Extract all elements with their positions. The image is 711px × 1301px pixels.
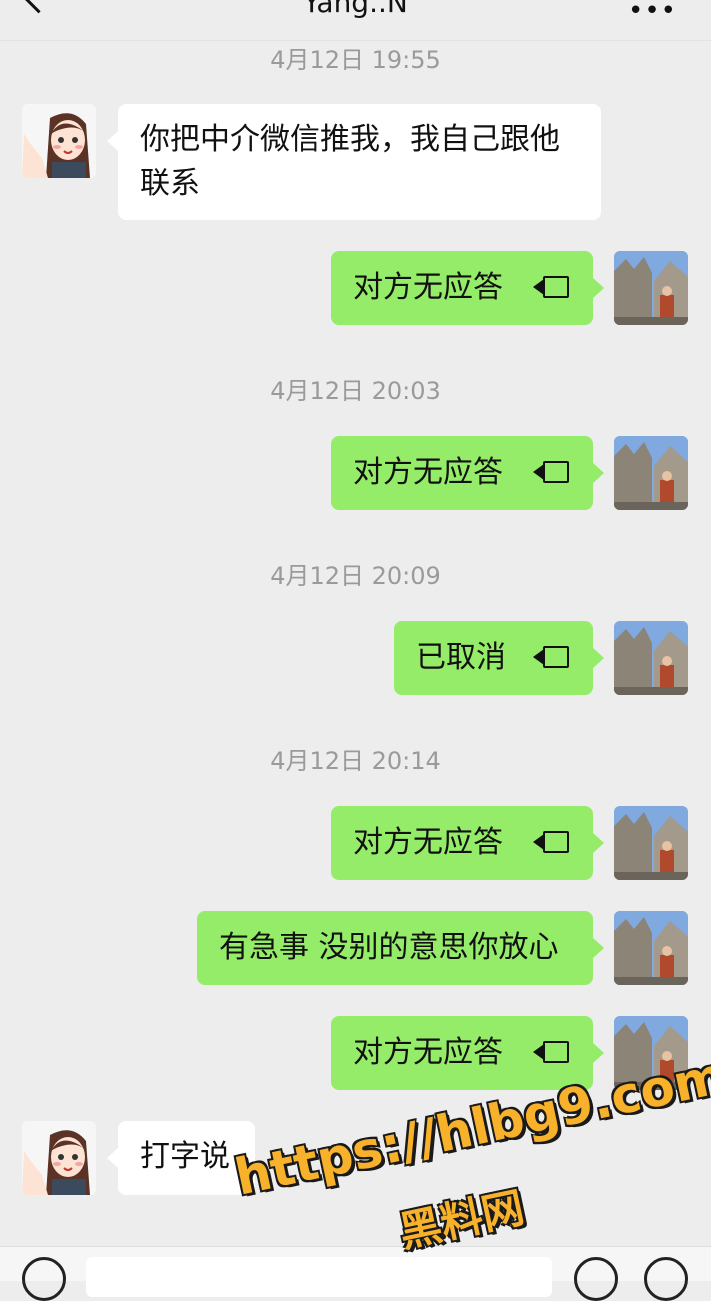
photo-avatar-icon <box>614 911 688 985</box>
input-bar <box>0 1246 711 1301</box>
emoji-icon[interactable] <box>574 1257 618 1301</box>
my-avatar[interactable] <box>614 621 688 695</box>
my-avatar[interactable] <box>614 911 688 985</box>
incoming-message[interactable]: 你把中介微信推我，我自己跟他联系 <box>107 104 601 220</box>
call-status-text: 对方无应答 <box>353 270 503 305</box>
timestamp: 4月12日 20:14 <box>270 747 441 775</box>
timestamp: 4月12日 20:09 <box>270 562 441 590</box>
plus-icon[interactable] <box>644 1257 688 1301</box>
call-status-text: 对方无应答 <box>353 455 503 490</box>
video-call-icon <box>533 461 571 485</box>
call-status-text: 对方无应答 <box>353 825 503 860</box>
outgoing-call-message[interactable]: 对方无应答 <box>331 436 604 510</box>
message-text: 打字说 <box>140 1139 230 1174</box>
contact-avatar[interactable] <box>22 1121 96 1195</box>
photo-avatar-icon <box>614 806 688 880</box>
outgoing-call-message[interactable]: 已取消 <box>394 621 604 695</box>
my-avatar[interactable] <box>614 806 688 880</box>
my-avatar[interactable] <box>614 436 688 510</box>
message-input[interactable] <box>86 1257 552 1297</box>
video-call-icon <box>533 276 571 300</box>
call-status-text: 已取消 <box>416 640 506 675</box>
message-text: 你把中介微信推我，我自己跟他联系 <box>140 122 560 201</box>
video-call-icon <box>533 1041 571 1065</box>
photo-avatar-icon <box>614 436 688 510</box>
ellipsis-icon[interactable]: ••• <box>628 0 677 24</box>
my-avatar[interactable] <box>614 251 688 325</box>
chat-title: Yang..N <box>303 0 408 19</box>
video-call-icon <box>533 831 571 855</box>
photo-avatar-icon <box>614 251 688 325</box>
outgoing-call-message[interactable]: 对方无应答 <box>331 806 604 880</box>
message-text: 有急事 没别的意思你放心 <box>219 930 559 965</box>
voice-icon[interactable] <box>22 1257 66 1301</box>
girl-avatar-icon <box>22 1121 96 1195</box>
call-status-text: 对方无应答 <box>353 1035 503 1070</box>
video-call-icon <box>533 646 571 670</box>
timestamp: 4月12日 19:55 <box>270 46 441 74</box>
photo-avatar-icon <box>614 621 688 695</box>
outgoing-message[interactable]: 有急事 没别的意思你放心 <box>197 911 604 985</box>
timestamp: 4月12日 20:03 <box>270 377 441 405</box>
outgoing-call-message[interactable]: 对方无应答 <box>331 251 604 325</box>
outgoing-call-message[interactable]: 对方无应答 <box>331 1016 604 1090</box>
girl-avatar-icon <box>22 104 96 178</box>
contact-avatar[interactable] <box>22 104 96 178</box>
chat-header: Yang..N ••• <box>0 0 711 41</box>
